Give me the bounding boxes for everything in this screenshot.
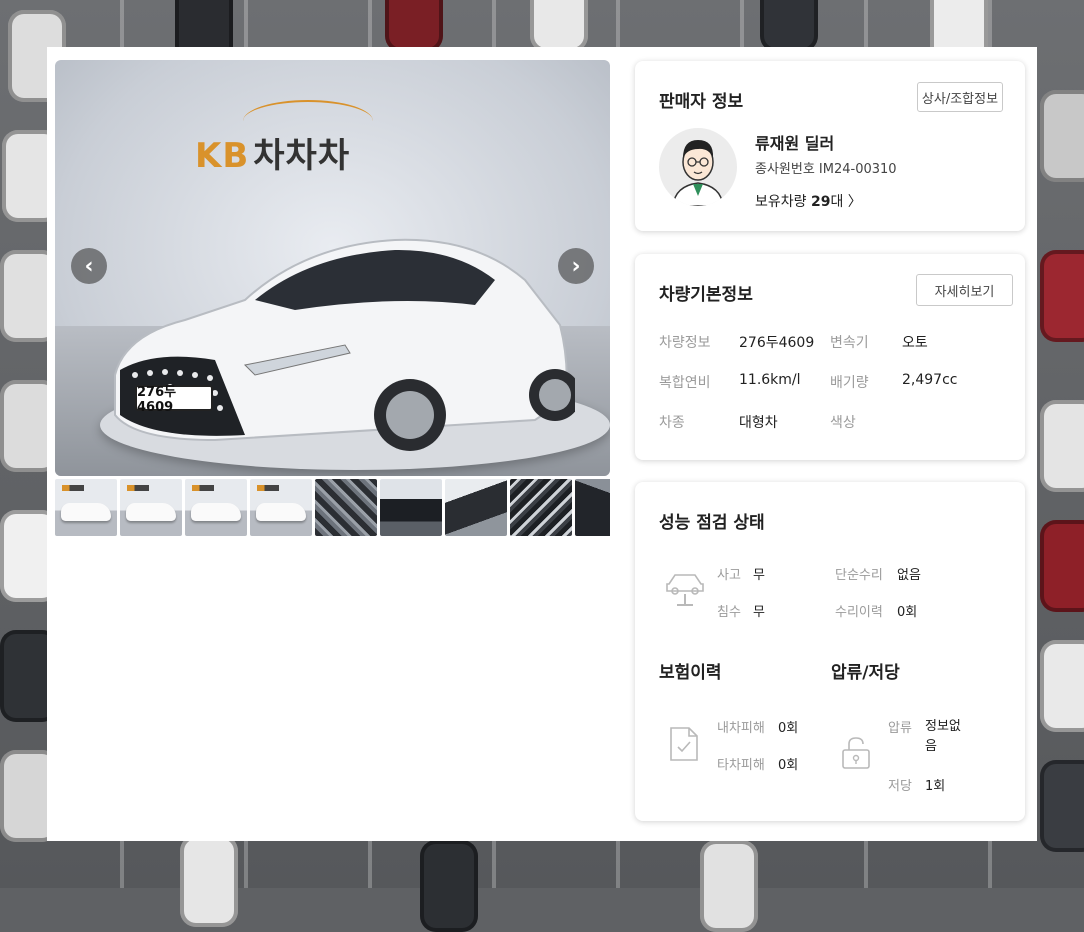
flood-value: 무 <box>753 605 765 620</box>
thumbnail[interactable] <box>185 479 247 536</box>
parked-car-image <box>1040 90 1084 182</box>
simple-repair-label: 단순수리 <box>835 568 883 583</box>
repair-history-label: 수리이력 <box>835 605 883 620</box>
car-lift-icon <box>666 574 704 606</box>
accident-value: 무 <box>753 568 765 583</box>
lock-icon <box>842 737 870 769</box>
lien-title: 압류/저당 <box>831 663 900 683</box>
seller-title: 판매자 정보 <box>659 92 744 112</box>
thumbnail[interactable] <box>380 479 442 536</box>
info-label: 복합연비 <box>659 375 711 391</box>
info-value: 11.6km/l <box>739 372 801 388</box>
simple-repair-value: 없음 <box>897 568 921 583</box>
info-label: 차량정보 <box>659 335 711 351</box>
parked-car-image <box>180 835 238 927</box>
parked-car-image <box>1040 250 1084 342</box>
insurance-title: 보험이력 <box>659 663 722 683</box>
thumbnail[interactable] <box>315 479 377 536</box>
parked-car-image <box>385 0 443 52</box>
parked-car-image <box>1040 400 1084 492</box>
inventory-suffix: 대 〉 <box>830 194 862 210</box>
parked-car-image <box>700 840 758 932</box>
inspection-card: 성능 점검 상태 사고 무 단순수리 없음 침수 무 수리이력 0회 보험이력 … <box>635 482 1025 821</box>
parked-car-image <box>760 0 818 52</box>
own-damage-label: 내차피해 <box>717 721 765 736</box>
seller-info-card: 판매자 정보 상사/조합정보 류재원 딜러 종사원번호 IM24-00310 보… <box>635 61 1025 231</box>
basic-info-card: 차량기본정보 자세히보기 차량정보 276두4609 변속기 오토 복합연비 1… <box>635 254 1025 460</box>
document-check-icon <box>670 727 698 761</box>
thumbnail[interactable] <box>445 479 507 536</box>
seizure-value: 정보없음 <box>925 719 961 754</box>
next-photo-button[interactable]: › <box>558 248 594 284</box>
seizure-label: 압류 <box>888 721 912 736</box>
chevron-right-icon: › <box>571 253 581 279</box>
info-value: 2,497cc <box>902 372 958 388</box>
accident-label: 사고 <box>717 568 741 583</box>
own-damage-value: 0회 <box>778 721 799 736</box>
dealer-portrait-icon <box>672 140 724 206</box>
parked-car-image <box>1040 640 1084 732</box>
parked-car-image <box>1040 760 1084 852</box>
thumbnail-strip <box>55 479 610 537</box>
repair-history-value: 0회 <box>897 605 918 620</box>
dealer-avatar <box>659 128 737 206</box>
logo-kb-text: KB <box>195 136 250 176</box>
kb-chachacha-logo: KB 차차차 <box>195 128 350 177</box>
company-info-button[interactable]: 상사/조합정보 <box>917 82 1003 112</box>
thumbnail[interactable] <box>250 479 312 536</box>
inspection-title: 성능 점검 상태 <box>659 513 765 533</box>
info-label: 색상 <box>830 415 856 431</box>
dealer-inventory-link[interactable]: 보유차량 29대 〉 <box>755 191 862 211</box>
thumbnail[interactable] <box>55 479 117 536</box>
other-damage-label: 타차피해 <box>717 758 765 773</box>
license-plate: 276두4609 <box>135 385 213 415</box>
mortgage-value: 1회 <box>925 779 946 794</box>
info-value: 오토 <box>902 335 928 351</box>
info-label: 변속기 <box>830 335 869 351</box>
logo-brand-text: 차차차 <box>253 136 351 176</box>
parked-car-image <box>1040 520 1084 612</box>
thumbnail[interactable] <box>510 479 572 536</box>
info-value: 276두4609 <box>739 335 815 351</box>
dealer-name: 류재원 딜러 <box>755 134 835 153</box>
main-car-photo[interactable]: KB 차차차 276두4609 ‹ › <box>55 60 610 476</box>
parked-car-image <box>530 0 588 52</box>
basic-info-title: 차량기본정보 <box>659 285 753 305</box>
flood-label: 침수 <box>717 605 741 620</box>
other-damage-value: 0회 <box>778 758 799 773</box>
listing-frame: KB 차차차 276두4609 ‹ › 판매자 정보 상사/조합정보 류재원 딜… <box>47 47 1037 841</box>
detail-view-button[interactable]: 자세히보기 <box>916 274 1013 306</box>
thumbnail[interactable] <box>575 479 610 536</box>
prev-photo-button[interactable]: ‹ <box>71 248 107 284</box>
info-label: 배기량 <box>830 375 869 391</box>
inventory-count: 29 <box>810 194 831 210</box>
thumbnail[interactable] <box>120 479 182 536</box>
car-illustration <box>114 238 575 451</box>
dealer-employee-id: 종사원번호 IM24-00310 <box>755 162 897 177</box>
chevron-left-icon: ‹ <box>84 253 94 279</box>
mortgage-label: 저당 <box>888 779 912 794</box>
info-value: 대형차 <box>739 415 778 431</box>
inventory-prefix: 보유차량 <box>755 194 811 210</box>
info-label: 차종 <box>659 415 685 431</box>
parked-car-image <box>420 840 478 932</box>
